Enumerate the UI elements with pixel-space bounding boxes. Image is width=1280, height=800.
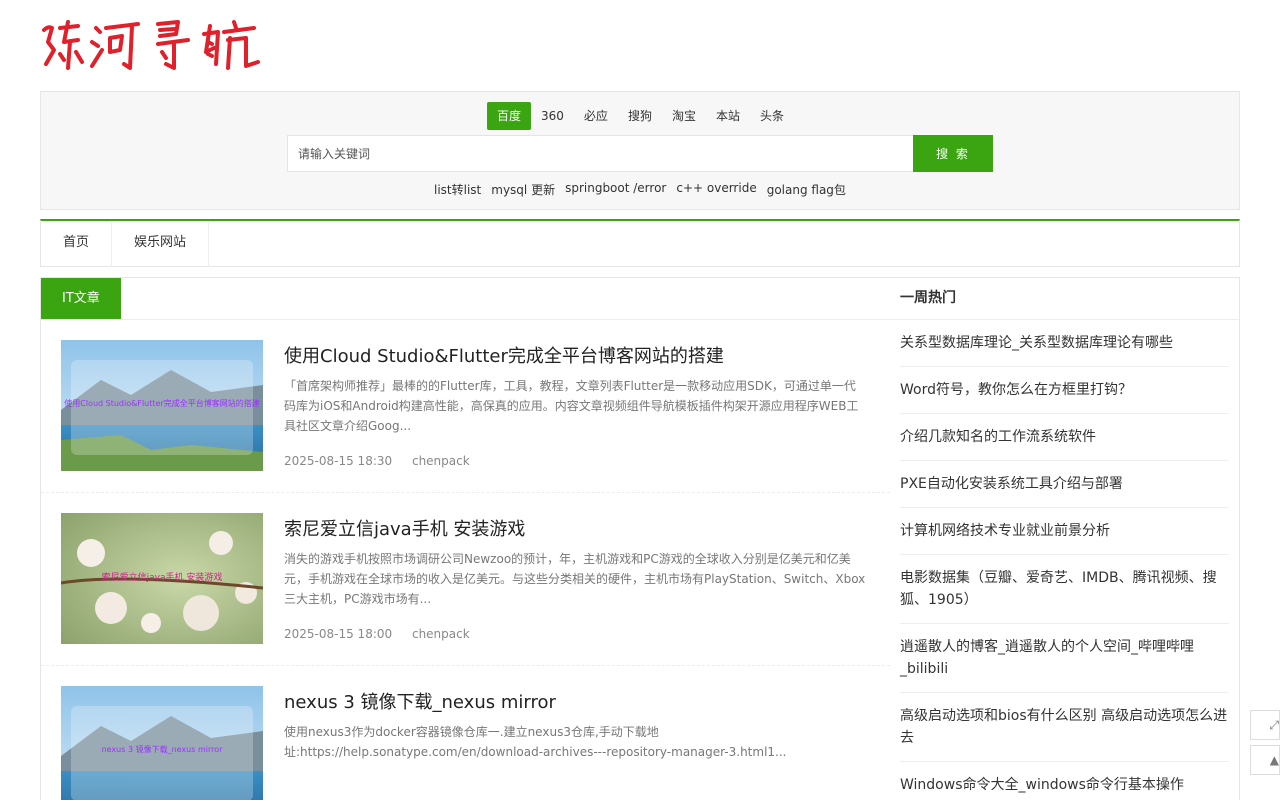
hot-keyword-link[interactable]: mysql 更新 — [491, 181, 555, 198]
engine-tab-bing[interactable]: 必应 — [574, 102, 618, 130]
thumbnail-overlay-text: 索尼爱立信java手机 安装游戏 — [102, 571, 223, 583]
thumbnail-overlay-text: nexus 3 镜像下载_nexus mirror — [102, 744, 224, 754]
nav-item-entertainment[interactable]: 娱乐网站 — [112, 221, 210, 267]
engine-tab-baidu[interactable]: 百度 — [487, 102, 532, 130]
hot-keyword-link[interactable]: golang flag包 — [767, 181, 846, 198]
back-to-top-button[interactable]: ▲ — [1250, 745, 1280, 775]
thumbnail-overlay-text: 使用Cloud Studio&Flutter完成全平台博客网站的搭建 — [64, 398, 260, 408]
hot-keywords: list转list mysql 更新 springboot /error c++… — [434, 181, 856, 198]
site-logo[interactable] — [38, 12, 268, 80]
article-item: nexus 3 镜像下载_nexus mirror nexus 3 镜像下载_n… — [41, 666, 890, 800]
article-panel: IT文章 使用Cloud Studio&Flutter完成全平台博客网站的搭建 … — [40, 277, 891, 800]
lake-mountain-image-icon: 使用Cloud Studio&Flutter完成全平台博客网站的搭建 — [61, 340, 263, 471]
nav-item-home[interactable]: 首页 — [41, 219, 113, 267]
engine-tab-site[interactable]: 本站 — [706, 102, 750, 130]
hot-keyword-link[interactable]: springboot /error — [565, 181, 666, 198]
search-box: 搜 索 — [287, 135, 993, 172]
engine-tab-360[interactable]: 360 — [531, 102, 574, 130]
article-meta: 2025-08-15 18:30 chenpack — [284, 454, 486, 468]
article-thumbnail[interactable]: 使用Cloud Studio&Flutter完成全平台博客网站的搭建 — [61, 340, 263, 471]
article-summary: 消失的游戏手机按照市场调研公司Newzoo的预计，年，主机游戏和PC游戏的全球收… — [284, 552, 866, 606]
search-input[interactable] — [287, 135, 913, 172]
article-thumbnail[interactable]: 索尼爱立信java手机 安装游戏 — [61, 513, 263, 644]
hot-list-item[interactable]: 逍遥散人的博客_逍遥散人的个人空间_哔哩哔哩_bilibili — [900, 624, 1229, 693]
hot-keyword-link[interactable]: c++ override — [676, 181, 756, 198]
sidebar-title: 一周热门 — [890, 278, 1239, 320]
hot-list-item[interactable]: PXE自动化安装系统工具介绍与部署 — [900, 461, 1229, 508]
hot-list-item[interactable]: 高级启动选项和bios有什么区别 高级启动选项怎么进去 — [900, 693, 1229, 762]
article-thumbnail[interactable]: nexus 3 镜像下载_nexus mirror — [61, 686, 263, 800]
hot-list-item[interactable]: 电影数据集（豆瓣、爱奇艺、IMDB、腾讯视频、搜狐、1905） — [900, 555, 1229, 624]
share-icon: ⤢ — [1269, 718, 1279, 732]
blossom-image-icon: 索尼爱立信java手机 安装游戏 — [61, 513, 263, 644]
article-date: 2025-08-15 18:30 — [284, 454, 393, 468]
search-panel: 百度 360 必应 搜狗 淘宝 本站 头条 搜 索 list转list mysq… — [40, 91, 1240, 210]
article-date: 2025-08-15 18:00 — [284, 627, 393, 641]
hot-list-item[interactable]: Word符号，教你怎么在方框里打钩？ — [900, 367, 1229, 414]
share-float-button[interactable]: ⤢ — [1250, 710, 1280, 740]
article-item: 索尼爱立信java手机 安装游戏 索尼爱立信java手机 安装游戏 消失的游戏手… — [41, 493, 890, 666]
hot-keyword-link[interactable]: list转list — [434, 181, 481, 198]
hot-list-item[interactable]: 关系型数据库理论_关系型数据库理论有哪些 — [900, 320, 1229, 367]
hot-list: 关系型数据库理论_关系型数据库理论有哪些 Word符号，教你怎么在方框里打钩？ … — [890, 320, 1239, 800]
article-author[interactable]: chenpack — [412, 454, 470, 468]
search-button[interactable]: 搜 索 — [913, 135, 993, 172]
tab-it-articles[interactable]: IT文章 — [41, 278, 121, 319]
article-title[interactable]: 使用Cloud Studio&Flutter完成全平台博客网站的搭建 — [284, 342, 724, 368]
hot-sidebar: 一周热门 关系型数据库理论_关系型数据库理论有哪些 Word符号，教你怎么在方框… — [890, 277, 1240, 800]
article-meta: 2025-08-15 18:00 chenpack — [284, 627, 486, 641]
article-item: 使用Cloud Studio&Flutter完成全平台博客网站的搭建 使用Clo… — [41, 320, 890, 493]
search-engine-tabs: 百度 360 必应 搜狗 淘宝 本站 头条 — [487, 102, 794, 130]
hot-list-item[interactable]: 介绍几款知名的工作流系统软件 — [900, 414, 1229, 461]
hot-list-item[interactable]: 计算机网络技术专业就业前景分析 — [900, 508, 1229, 555]
engine-tab-sogou[interactable]: 搜狗 — [618, 102, 662, 130]
main-nav: 首页 娱乐网站 — [40, 219, 1240, 267]
article-title[interactable]: nexus 3 镜像下载_nexus mirror — [284, 688, 556, 714]
article-summary: 「首席架构师推荐」最棒的的Flutter库，工具，教程，文章列表Flutter是… — [284, 379, 859, 433]
logo-calligraphy-icon — [42, 20, 260, 70]
article-summary: 使用nexus3作为docker容器镜像仓库一.建立nexus3仓库,手动下载地… — [284, 725, 787, 759]
lake-mountain-image-icon: nexus 3 镜像下载_nexus mirror — [61, 686, 263, 800]
article-title[interactable]: 索尼爱立信java手机 安装游戏 — [284, 515, 525, 541]
arrow-up-icon: ▲ — [1269, 753, 1279, 767]
article-panel-header: IT文章 — [41, 278, 890, 320]
article-author[interactable]: chenpack — [412, 627, 470, 641]
engine-tab-toutiao[interactable]: 头条 — [750, 102, 794, 130]
engine-tab-taobao[interactable]: 淘宝 — [662, 102, 706, 130]
hot-list-item[interactable]: Windows命令大全_windows命令行基本操作 — [900, 762, 1229, 800]
